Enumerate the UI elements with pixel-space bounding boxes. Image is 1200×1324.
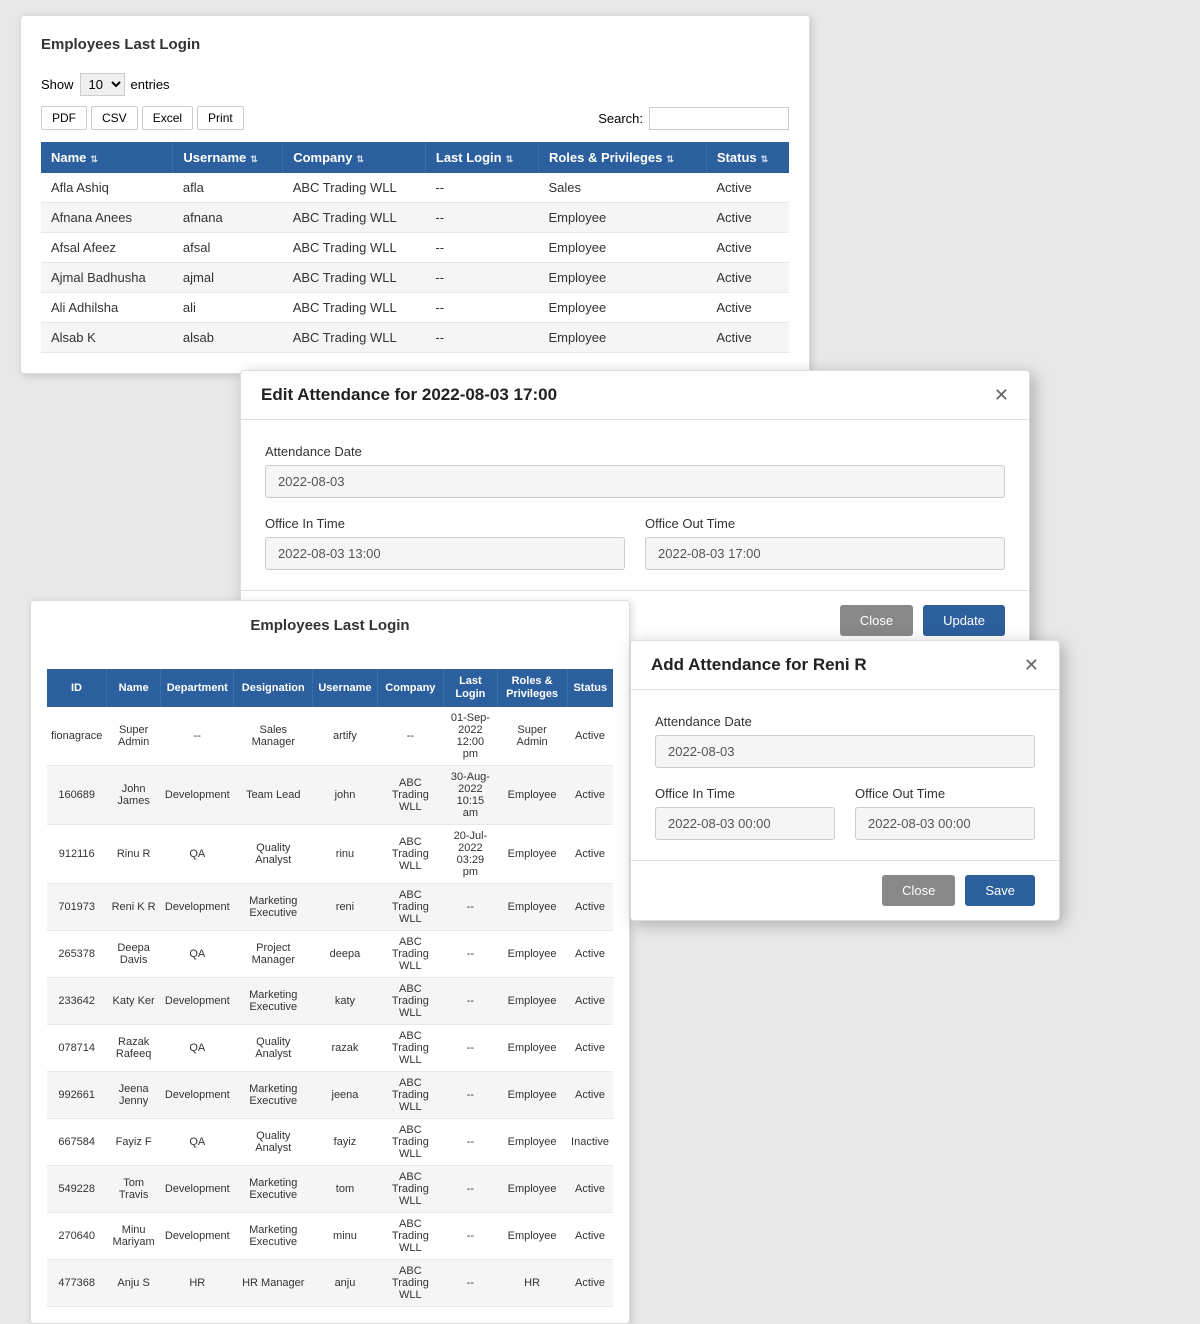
panel-extended-table: Employees Last Login ID Name Department … bbox=[30, 600, 630, 1324]
modal-add-save-button[interactable]: Save bbox=[965, 875, 1035, 906]
modal-add-close-button[interactable]: Close bbox=[882, 875, 955, 906]
btn-print[interactable]: Print bbox=[197, 106, 244, 130]
office-in-label: Office In Time bbox=[265, 516, 625, 531]
attendance-date-group: Attendance Date bbox=[265, 444, 1005, 498]
col-username: Username⇅ bbox=[173, 142, 283, 173]
table-row: 233642Katy KerDevelopmentMarketing Execu… bbox=[47, 978, 613, 1025]
add-time-row: Office In Time Office Out Time bbox=[655, 786, 1035, 840]
table-row: Alsab KalsabABC Trading WLL--EmployeeAct… bbox=[41, 323, 789, 353]
col-roles: Roles & Privileges⇅ bbox=[538, 142, 706, 173]
modal-edit-body: Attendance Date Office In Time Office Ou… bbox=[241, 420, 1029, 590]
ext-col-company: Company bbox=[377, 669, 444, 707]
table-row: Afsal AfeezafsalABC Trading WLL--Employe… bbox=[41, 233, 789, 263]
search-input[interactable] bbox=[649, 107, 789, 130]
col-lastlogin: Last Login⇅ bbox=[425, 142, 538, 173]
add-attendance-date-input[interactable] bbox=[655, 735, 1035, 768]
col-name: Name⇅ bbox=[41, 142, 173, 173]
show-entries-row: Show 10 25 50 entries bbox=[41, 73, 789, 96]
col-company: Company⇅ bbox=[283, 142, 426, 173]
modal-edit-title: Edit Attendance for 2022-08-03 17:00 bbox=[261, 385, 557, 405]
search-row: Search: bbox=[598, 107, 789, 130]
table-row: 912116Rinu RQAQuality AnalystrinuABC Tra… bbox=[47, 825, 613, 884]
add-office-out-input[interactable] bbox=[855, 807, 1035, 840]
ext-col-lastlogin: Last Login bbox=[444, 669, 497, 707]
employees-login-table: Name⇅ Username⇅ Company⇅ Last Login⇅ Rol… bbox=[41, 142, 789, 353]
table-row: 477368Anju SHRHR ManageranjuABC Trading … bbox=[47, 1260, 613, 1307]
table-row: Afla AshiqaflaABC Trading WLL--SalesActi… bbox=[41, 173, 789, 203]
modal-add-attendance: Add Attendance for Reni R ✕ Attendance D… bbox=[630, 640, 1060, 921]
panel2-title: Employees Last Login bbox=[47, 617, 613, 634]
add-attendance-date-label: Attendance Date bbox=[655, 714, 1035, 729]
add-office-in-input[interactable] bbox=[655, 807, 835, 840]
add-office-in-group: Office In Time bbox=[655, 786, 835, 840]
table-row: 667584Fayiz FQAQuality AnalystfayizABC T… bbox=[47, 1119, 613, 1166]
table-row: 701973Reni K RDevelopmentMarketing Execu… bbox=[47, 884, 613, 931]
add-office-out-group: Office Out Time bbox=[855, 786, 1035, 840]
modal-edit-close-button[interactable]: Close bbox=[840, 605, 913, 636]
table-row: 270640Minu MariyamDevelopmentMarketing E… bbox=[47, 1213, 613, 1260]
office-out-group: Office Out Time bbox=[645, 516, 1005, 570]
modal-add-title: Add Attendance for Reni R bbox=[651, 655, 867, 675]
table-row: Ajmal BadhushaajmalABC Trading WLL--Empl… bbox=[41, 263, 789, 293]
modal-edit-update-button[interactable]: Update bbox=[923, 605, 1005, 636]
office-out-input[interactable] bbox=[645, 537, 1005, 570]
btn-csv[interactable]: CSV bbox=[91, 106, 138, 130]
modal-add-close-icon[interactable]: ✕ bbox=[1024, 656, 1039, 674]
table-row: 160689John JamesDevelopmentTeam Leadjohn… bbox=[47, 766, 613, 825]
ext-col-username: Username bbox=[313, 669, 377, 707]
ext-col-name: Name bbox=[106, 669, 161, 707]
table-row: Ali AdhilshaaliABC Trading WLL--Employee… bbox=[41, 293, 789, 323]
col-status: Status⇅ bbox=[706, 142, 789, 173]
table-row: 549228Tom TravisDevelopmentMarketing Exe… bbox=[47, 1166, 613, 1213]
office-in-group: Office In Time bbox=[265, 516, 625, 570]
modal-edit-close-icon[interactable]: ✕ bbox=[994, 386, 1009, 404]
toolbar-row: PDF CSV Excel Print Search: bbox=[41, 106, 789, 130]
ext-col-status: Status bbox=[567, 669, 613, 707]
btn-excel[interactable]: Excel bbox=[142, 106, 193, 130]
ext-col-roles: Roles & Privileges bbox=[497, 669, 567, 707]
extended-table: ID Name Department Designation Username … bbox=[47, 669, 613, 1307]
office-in-input[interactable] bbox=[265, 537, 625, 570]
panel-employees-login: Employees Last Login Show 10 25 50 entri… bbox=[20, 15, 810, 374]
office-out-label: Office Out Time bbox=[645, 516, 1005, 531]
entries-label: entries bbox=[131, 77, 170, 92]
panel1-title: Employees Last Login bbox=[41, 36, 789, 53]
ext-col-id: ID bbox=[47, 669, 106, 707]
table-row: fionagraceSuper Admin--Sales Managerarti… bbox=[47, 707, 613, 766]
table-row: 078714Razak RafeeqQAQuality Analystrazak… bbox=[47, 1025, 613, 1072]
show-label: Show bbox=[41, 77, 74, 92]
search-label: Search: bbox=[598, 111, 643, 126]
add-attendance-date-group: Attendance Date bbox=[655, 714, 1035, 768]
add-office-in-label: Office In Time bbox=[655, 786, 835, 801]
add-office-out-label: Office Out Time bbox=[855, 786, 1035, 801]
entries-select[interactable]: 10 25 50 bbox=[80, 73, 125, 96]
modal-add-body: Attendance Date Office In Time Office Ou… bbox=[631, 690, 1059, 860]
btn-pdf[interactable]: PDF bbox=[41, 106, 87, 130]
export-buttons: PDF CSV Excel Print bbox=[41, 106, 244, 130]
ext-col-dept: Department bbox=[161, 669, 234, 707]
ext-col-desig: Designation bbox=[234, 669, 313, 707]
time-row: Office In Time Office Out Time bbox=[265, 516, 1005, 570]
table-row: Afnana AneesafnanaABC Trading WLL--Emplo… bbox=[41, 203, 789, 233]
modal-add-header: Add Attendance for Reni R ✕ bbox=[631, 641, 1059, 690]
attendance-date-label: Attendance Date bbox=[265, 444, 1005, 459]
attendance-date-input[interactable] bbox=[265, 465, 1005, 498]
modal-add-footer: Close Save bbox=[631, 860, 1059, 920]
table-row: 992661Jeena JennyDevelopmentMarketing Ex… bbox=[47, 1072, 613, 1119]
table-row: 265378Deepa DavisQAProject ManagerdeepaA… bbox=[47, 931, 613, 978]
modal-edit-header: Edit Attendance for 2022-08-03 17:00 ✕ bbox=[241, 371, 1029, 420]
